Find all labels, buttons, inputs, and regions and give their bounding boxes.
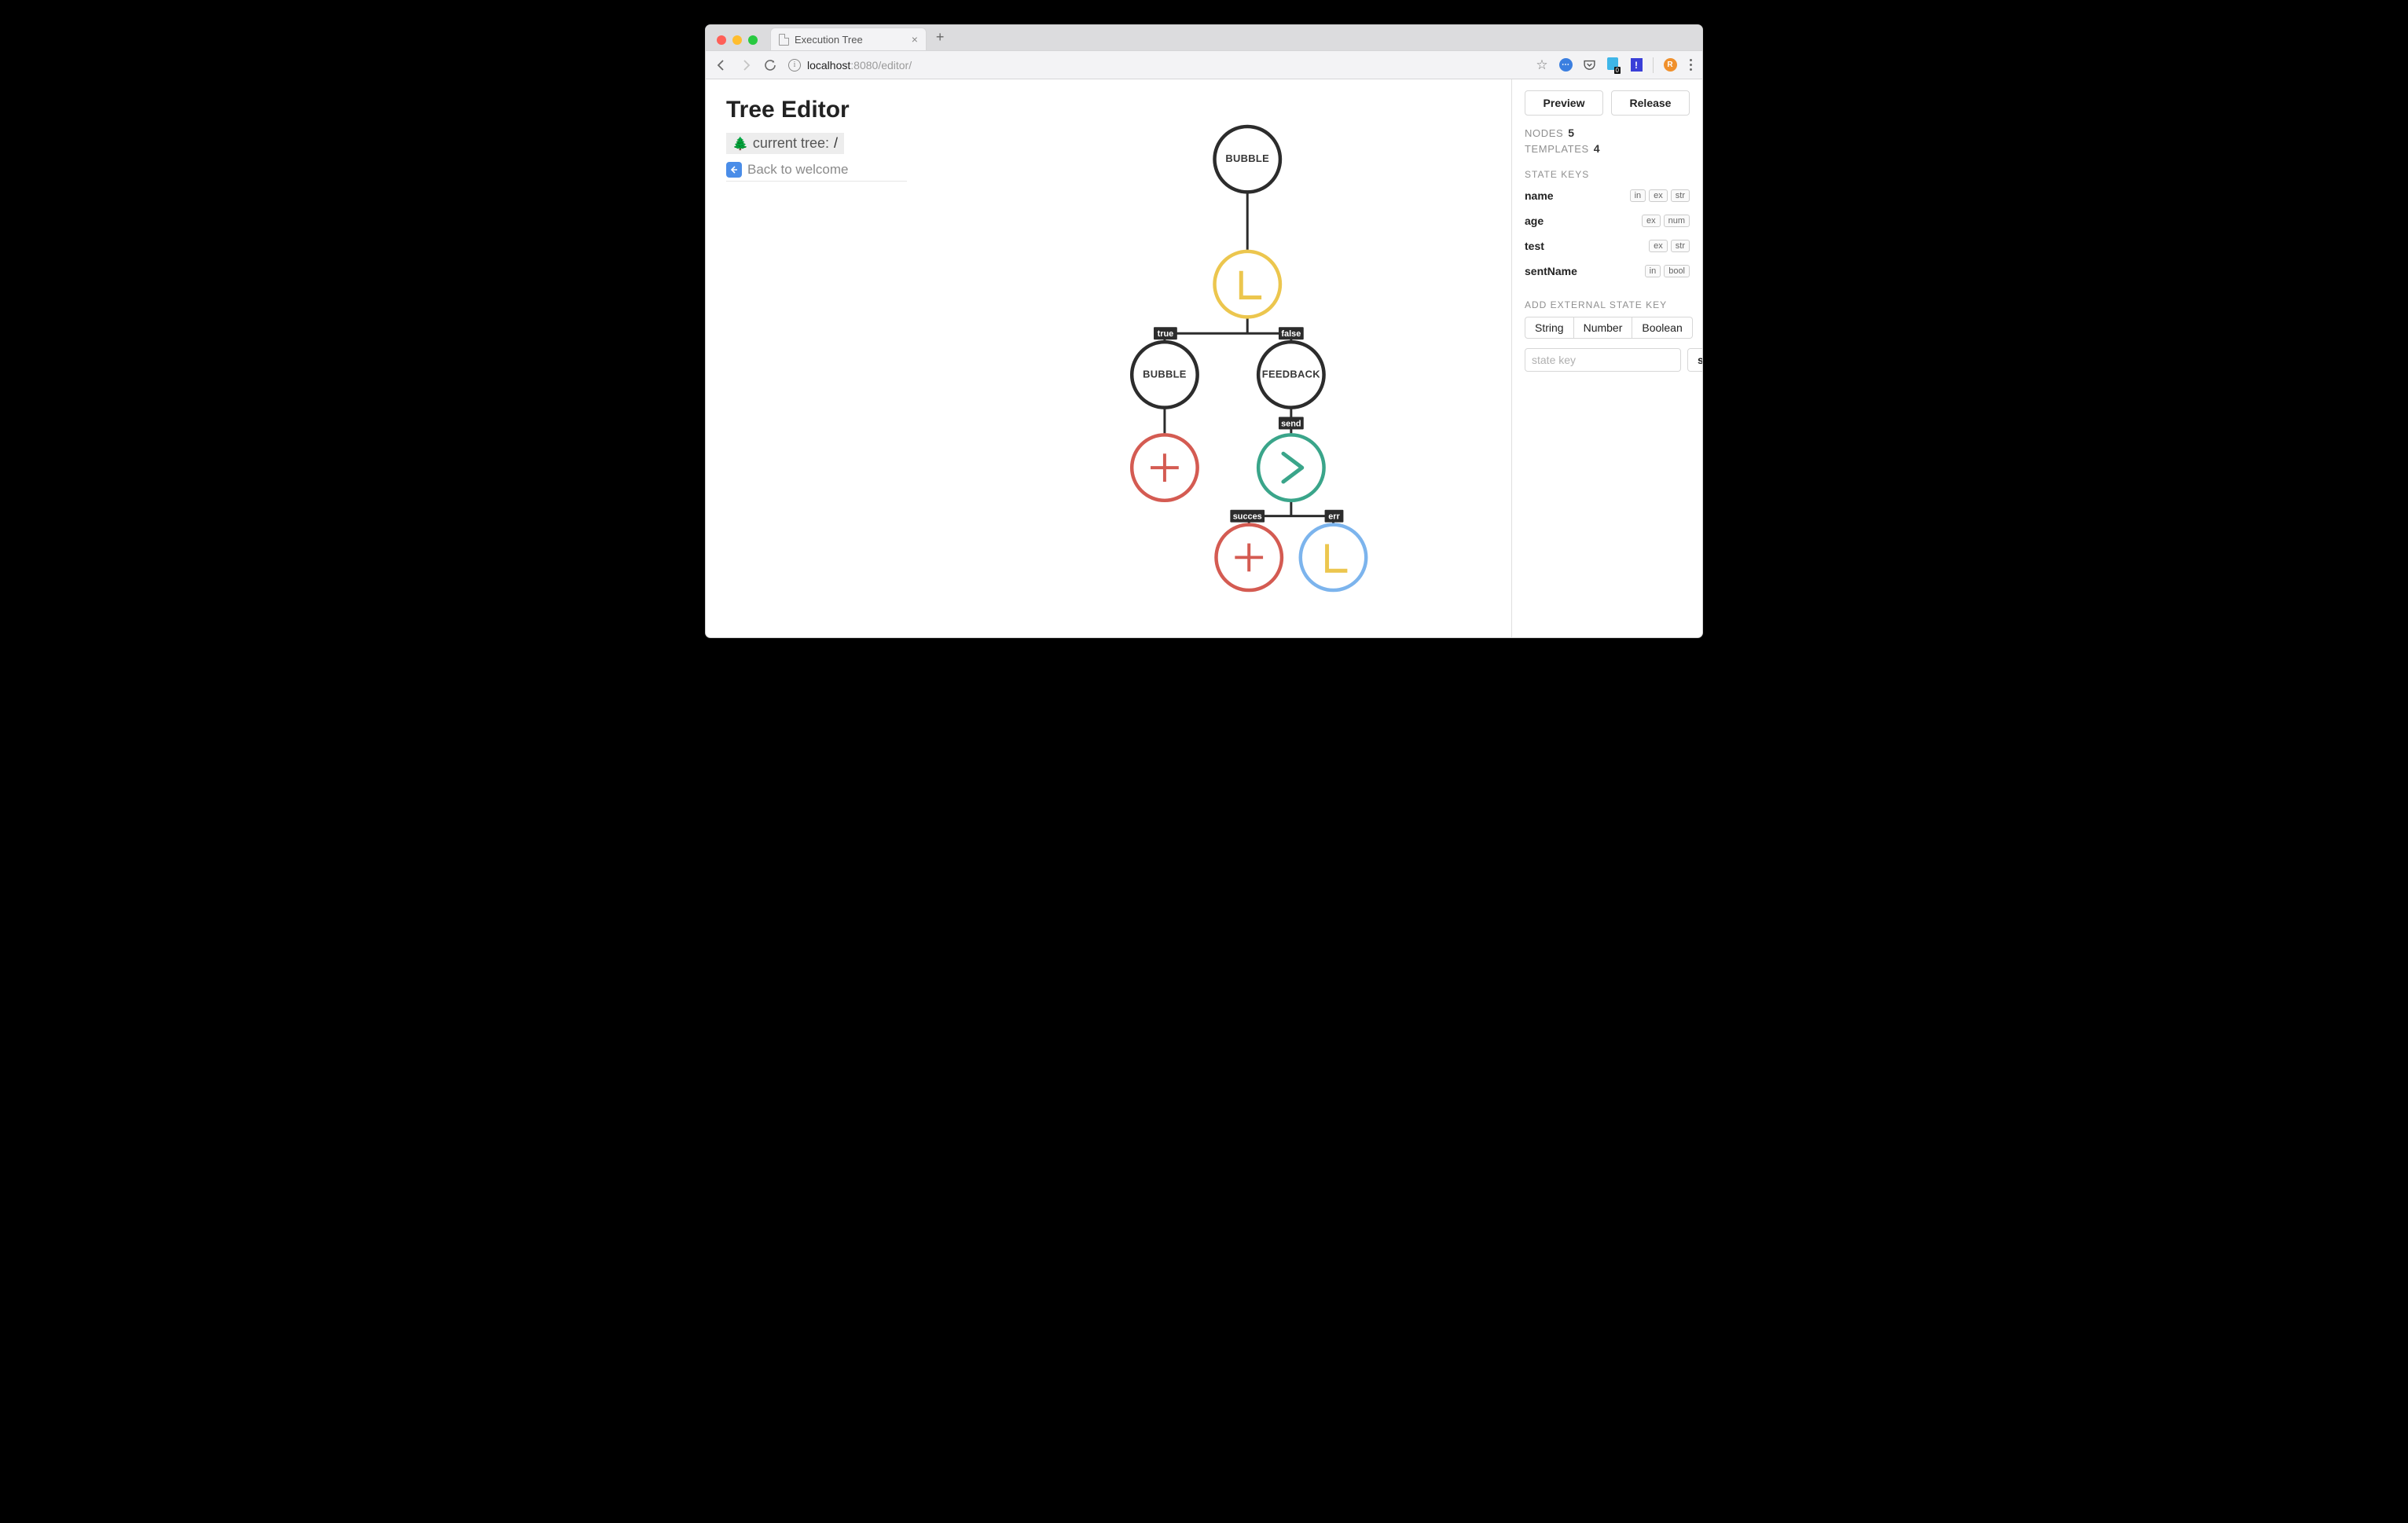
state-keys-list: name in ex str age ex num xyxy=(1525,183,1690,284)
nodes-stat: Nodes5 xyxy=(1525,127,1690,139)
state-key-input[interactable] xyxy=(1525,348,1681,372)
url-port: :8080 xyxy=(850,59,878,72)
address-bar: i localhost:8080/editor/ ☆ ⋯ 0 ! R xyxy=(706,51,1702,79)
extension-icon-3[interactable]: ! xyxy=(1629,58,1643,72)
state-key-row[interactable]: sentName in bool xyxy=(1525,259,1690,284)
bookmark-icon[interactable]: ☆ xyxy=(1535,58,1549,72)
node-condition-err[interactable] xyxy=(1301,525,1366,590)
window-minimize-button[interactable] xyxy=(732,35,742,45)
node-send[interactable] xyxy=(1258,435,1323,500)
window-maximize-button[interactable] xyxy=(748,35,758,45)
plus-icon xyxy=(1151,453,1179,482)
window-controls xyxy=(717,35,762,50)
node-condition-1[interactable] xyxy=(1215,251,1280,317)
right-sidebar: Preview Release Nodes5 Templates4 State … xyxy=(1511,79,1702,637)
type-segmented-control: String Number Boolean xyxy=(1525,317,1690,339)
state-key-row[interactable]: test ex str xyxy=(1525,233,1690,259)
forward-icon[interactable] xyxy=(740,59,752,72)
site-info-icon[interactable]: i xyxy=(788,59,801,72)
add-external-heading: Add external state key xyxy=(1525,299,1690,310)
pocket-icon[interactable] xyxy=(1582,58,1596,72)
extension-icon-1[interactable]: ⋯ xyxy=(1558,58,1573,72)
state-key-row[interactable]: age ex num xyxy=(1525,208,1690,233)
svg-text:send: send xyxy=(1281,419,1301,428)
new-tab-button[interactable]: + xyxy=(936,29,945,46)
back-icon[interactable] xyxy=(715,59,728,72)
chevron-right-icon xyxy=(1283,453,1302,482)
key-tag: ex xyxy=(1642,215,1661,227)
svg-text:false: false xyxy=(1281,329,1301,339)
svg-text:succes: succes xyxy=(1233,512,1262,522)
node-bubble-root[interactable]: BUBBLE xyxy=(1215,127,1280,192)
svg-text:BUBBLE: BUBBLE xyxy=(1143,368,1187,380)
key-tag: ex xyxy=(1649,189,1668,202)
page-title: Tree Editor xyxy=(726,97,907,123)
url-host: localhost xyxy=(807,59,850,72)
toolbar-extensions: ☆ ⋯ 0 ! R xyxy=(1535,57,1693,73)
back-label: Back to welcome xyxy=(747,162,849,178)
key-tag: str xyxy=(1671,240,1690,252)
profile-avatar[interactable]: R xyxy=(1663,58,1677,72)
reload-icon[interactable] xyxy=(764,59,776,72)
tree-icon: 🌲 xyxy=(732,136,748,152)
edge-label-false: false xyxy=(1279,327,1304,339)
condition-icon xyxy=(1241,271,1261,298)
node-add-left[interactable] xyxy=(1132,435,1197,500)
svg-text:true: true xyxy=(1158,329,1174,339)
node-add-success[interactable] xyxy=(1216,525,1281,590)
preview-button[interactable]: Preview xyxy=(1525,90,1603,116)
window-close-button[interactable] xyxy=(717,35,726,45)
type-option-string[interactable]: String xyxy=(1525,317,1574,339)
url-path: /editor/ xyxy=(878,59,912,72)
tab-title: Execution Tree xyxy=(795,34,863,46)
current-tree-label: current tree: xyxy=(753,135,829,152)
edge-label-send: send xyxy=(1279,417,1304,430)
templates-stat: Templates4 xyxy=(1525,142,1690,155)
plus-icon xyxy=(1235,543,1263,571)
condition-icon xyxy=(1327,544,1348,571)
key-tag: num xyxy=(1664,215,1690,227)
url-display[interactable]: i localhost:8080/editor/ xyxy=(788,59,1523,72)
back-to-welcome-link[interactable]: Back to welcome xyxy=(726,162,907,182)
svg-text:BUBBLE: BUBBLE xyxy=(1225,152,1269,164)
extension-icon-2[interactable]: 0 xyxy=(1606,58,1620,72)
node-bubble-left[interactable]: BUBBLE xyxy=(1132,342,1197,407)
type-option-boolean[interactable]: Boolean xyxy=(1632,317,1692,339)
edge-label-true: true xyxy=(1154,327,1177,339)
page-icon xyxy=(779,34,789,46)
current-tree-path: / xyxy=(834,135,838,152)
left-panel: Tree Editor 🌲 current tree: / Back to we… xyxy=(706,79,918,637)
node-feedback[interactable]: FEEDBACK xyxy=(1258,342,1323,407)
current-tree-badge: 🌲 current tree: / xyxy=(726,133,844,154)
tree-canvas[interactable]: true false send succes xyxy=(918,79,1511,637)
browser-tab[interactable]: Execution Tree × xyxy=(770,28,927,50)
edge-label-succes: succes xyxy=(1230,510,1265,523)
close-tab-icon[interactable]: × xyxy=(912,33,918,46)
key-tag: in xyxy=(1645,265,1661,277)
svg-text:err: err xyxy=(1328,512,1340,522)
key-tag: str xyxy=(1671,189,1690,202)
state-key-row[interactable]: name in ex str xyxy=(1525,183,1690,208)
browser-window: Execution Tree × + i localhost:8080/edit… xyxy=(705,24,1703,638)
release-button[interactable]: Release xyxy=(1611,90,1690,116)
back-arrow-icon xyxy=(726,162,742,178)
save-button[interactable]: save xyxy=(1687,348,1702,372)
key-tag: ex xyxy=(1649,240,1668,252)
key-tag: bool xyxy=(1664,265,1690,277)
tab-strip: Execution Tree × + xyxy=(706,25,1702,51)
edge-branch xyxy=(1165,317,1291,341)
state-keys-heading: State Keys xyxy=(1525,169,1690,180)
key-tag: in xyxy=(1630,189,1646,202)
edge-label-err: err xyxy=(1325,510,1344,523)
type-option-number[interactable]: Number xyxy=(1574,317,1633,339)
svg-text:FEEDBACK: FEEDBACK xyxy=(1262,368,1320,380)
browser-menu-icon[interactable] xyxy=(1690,59,1693,71)
